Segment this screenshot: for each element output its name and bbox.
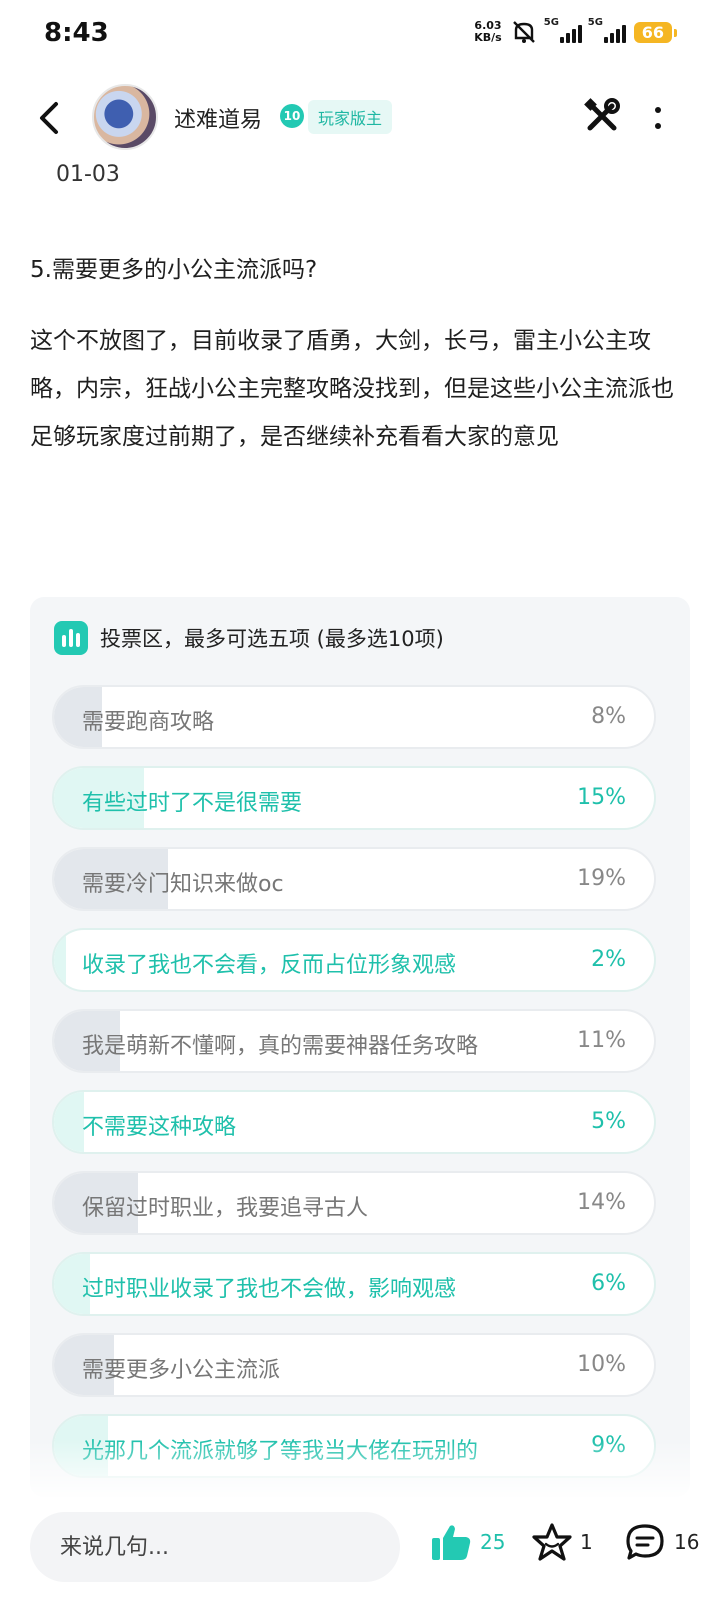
vote-option-percent: 10%: [577, 1352, 626, 1377]
vote-option-label: 不需要这种攻略: [82, 1115, 237, 1140]
comment-input[interactable]: [30, 1512, 400, 1582]
author-name[interactable]: 述难道易: [174, 102, 262, 134]
favorite-count: 1: [580, 1530, 593, 1554]
signal-label-sim1: 5G: [543, 17, 559, 28]
like-button[interactable]: 25: [430, 1522, 505, 1562]
vote-option-fill: [54, 930, 66, 990]
status-bar: 8:43 6.03 KB/s 5G 5G 66: [0, 0, 720, 72]
vote-title: 投票区，最多可选五项 (最多选10项): [100, 627, 444, 651]
post-body: 这个不放图了，目前收录了盾勇，大剑，长弓，雷主小公主攻略，内宗，狂战小公主完整攻…: [30, 328, 674, 450]
vote-options: 需要跑商攻略 8% 有些过时了不是很需要 15% 需要冷门知识来做oc 19% 收录了我也不…: [52, 685, 656, 1495]
vote-option-label: 收录了我也不会看，反而占位形象观感: [82, 953, 457, 978]
post-date: 01-03: [56, 162, 120, 187]
comment-count: 16: [674, 1530, 700, 1554]
vote-option-percent: 15%: [577, 785, 626, 810]
avatar[interactable]: [92, 84, 158, 150]
vote-option[interactable]: 有些过时了不是很需要 15%: [52, 766, 656, 830]
vote-option[interactable]: 收录了我也不会看，反而占位形象观感 2%: [52, 928, 656, 992]
vote-option-percent: 8%: [591, 704, 626, 729]
signal-icon-sim1: 5G: [544, 17, 582, 43]
post-heading: 5.需要更多的小公主流派吗?: [30, 257, 318, 283]
role-badge: 玩家版主: [308, 100, 393, 134]
network-speed: 6.03 KB/s: [474, 20, 501, 44]
vote-option-percent: 5%: [591, 1109, 626, 1134]
vote-option-percent: 6%: [591, 1271, 626, 1296]
vote-option-fill: [54, 1092, 84, 1152]
vote-option-label: 需要更多小公主流派: [82, 1358, 281, 1383]
vote-option-percent: 19%: [577, 866, 626, 891]
vote-option-label: 过时职业收录了我也不会做，影响观感: [82, 1277, 457, 1302]
signal-icon-sim2: 5G: [588, 17, 626, 43]
vote-option[interactable]: 不需要这种攻略 5%: [52, 1090, 656, 1154]
mute-notification-icon: [512, 21, 535, 43]
vote-option-label: 保留过时职业，我要追寻古人: [82, 1196, 369, 1221]
vote-header: 投票区，最多可选五项 (最多选10项): [54, 621, 444, 655]
status-time: 8:43: [44, 18, 109, 48]
vote-option[interactable]: 需要更多小公主流派 10%: [52, 1333, 656, 1397]
comments-button[interactable]: 16: [624, 1522, 699, 1562]
star-icon: [532, 1523, 572, 1561]
favorite-button[interactable]: 1: [532, 1522, 593, 1562]
level-badge: 10: [280, 104, 304, 128]
back-arrow-icon[interactable]: [30, 98, 70, 138]
vote-option-label: 需要冷门知识来做oc: [82, 872, 284, 897]
post-header: 述难道易 10 玩家版主 01-03: [0, 80, 720, 200]
vote-option-percent: 11%: [577, 1028, 626, 1053]
bottom-action-bar: 25 1 16: [0, 1500, 720, 1600]
vote-option[interactable]: 需要冷门知识来做oc 19%: [52, 847, 656, 911]
vote-option-label: 有些过时了不是很需要: [82, 791, 303, 816]
signal-label-sim2: 5G: [587, 17, 603, 28]
vote-option[interactable]: 需要跑商攻略 8%: [52, 685, 656, 749]
vote-chart-icon: [54, 621, 88, 655]
comment-icon: [626, 1524, 664, 1560]
like-count: 25: [480, 1530, 506, 1554]
status-icons: 6.03 KB/s 5G 5G 66: [474, 17, 678, 44]
thumbs-up-icon: [432, 1525, 471, 1560]
scroll-fade: [0, 1440, 720, 1500]
vote-option[interactable]: 保留过时职业，我要追寻古人 14%: [52, 1171, 656, 1235]
vote-option[interactable]: 我是萌新不懂啊，真的需要神器任务攻略 11%: [52, 1009, 656, 1073]
vote-option-label: 需要跑商攻略: [82, 710, 215, 735]
vote-card: 投票区，最多可选五项 (最多选10项) 需要跑商攻略 8% 有些过时了不是很需要 15…: [30, 597, 690, 1497]
vote-option-label: 我是萌新不懂啊，真的需要神器任务攻略: [82, 1034, 479, 1059]
tools-icon[interactable]: [582, 96, 622, 136]
vote-option-percent: 14%: [577, 1190, 626, 1215]
vote-option[interactable]: 过时职业收录了我也不会做，影响观感 6%: [52, 1252, 656, 1316]
vote-option-percent: 2%: [591, 947, 626, 972]
battery-indicator: 66: [633, 21, 678, 43]
more-vertical-icon[interactable]: [646, 100, 670, 136]
network-speed-unit: KB/s: [474, 31, 502, 44]
